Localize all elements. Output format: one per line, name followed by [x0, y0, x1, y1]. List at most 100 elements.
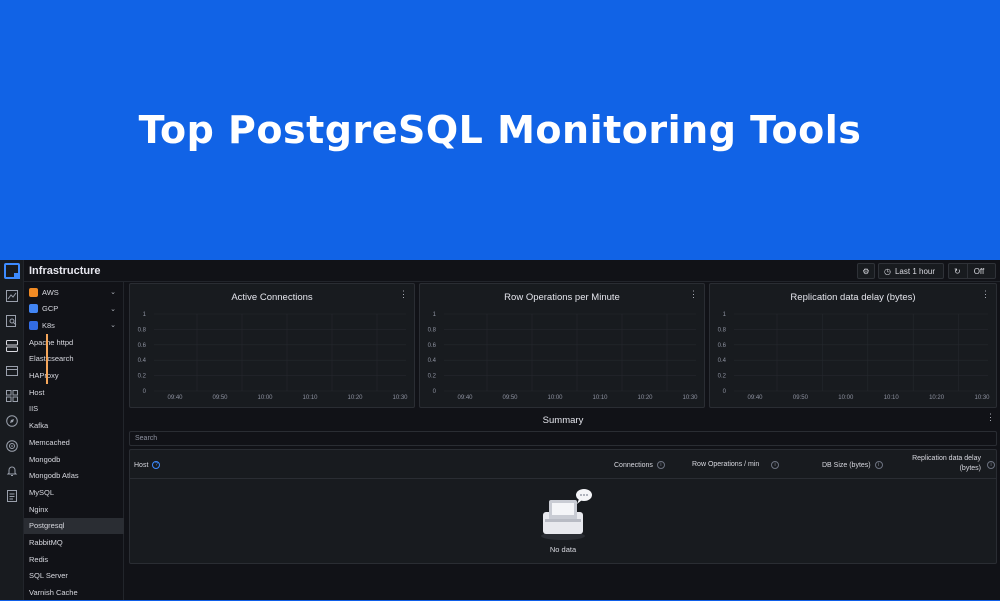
chevron-down-icon[interactable]: ⌄: [110, 321, 116, 329]
sidebar-item[interactable]: Postgresql: [24, 517, 124, 534]
sidebar-item[interactable]: Apache httpd: [24, 334, 124, 350]
x-tick-label: 10:10: [302, 395, 318, 401]
explore-compass-icon[interactable]: [6, 415, 18, 427]
summary-search-input[interactable]: Search: [129, 431, 997, 446]
sidebar-item[interactable]: Kafka: [24, 418, 124, 434]
sidebar-item[interactable]: Mongodb: [24, 451, 124, 467]
settings-button[interactable]: ⚙: [857, 263, 875, 279]
x-tick-label: 10:30: [682, 395, 698, 401]
sidebar-item[interactable]: SQL Server: [24, 568, 124, 584]
x-tick-label: 10:30: [392, 395, 408, 401]
column-connections[interactable]: Connections i: [614, 461, 665, 469]
column-row-operations[interactable]: Row Operations / min: [692, 461, 759, 468]
sidebar-item-label: Redis: [29, 554, 49, 564]
chevron-down-icon[interactable]: ⌄: [110, 288, 116, 296]
y-tick-label: 1: [143, 312, 147, 318]
sidebar-item-label: IIS: [29, 404, 39, 414]
column-replication-delay[interactable]: Replication data delay (bytes): [905, 454, 981, 474]
panel-replication-delay: Replication data delay (bytes) ⋮ 0 0.2 0.4…: [709, 283, 997, 408]
sidebar-item[interactable]: Redis: [24, 551, 124, 567]
alerts-bell-icon[interactable]: [6, 465, 18, 477]
x-tick-label: 10:00: [838, 395, 854, 401]
x-tick-label: 09:40: [457, 395, 473, 401]
column-row-operations-label: Row Operations / min: [692, 461, 760, 468]
y-tick-label: 0.4: [718, 358, 727, 364]
sidebar-item-label: Apache httpd: [29, 337, 74, 347]
sidebar-item[interactable]: HAProxy: [24, 368, 124, 384]
sidebar-item[interactable]: Elasticsearch: [24, 351, 124, 367]
info-icon[interactable]: i: [874, 461, 883, 469]
dashboard-app: Infrastructure ⚙ ◷ Last 1 hour ↻ Off AWS…: [0, 260, 1000, 600]
info-icon[interactable]: i: [656, 461, 665, 469]
y-tick-label: 0.2: [428, 374, 437, 380]
refresh-picker[interactable]: ↻ Off: [948, 263, 996, 279]
logs-search-icon[interactable]: [6, 315, 18, 327]
integration-logo-icon: [29, 304, 38, 314]
sidebar-item-label: SQL Server: [29, 571, 68, 581]
info-icon[interactable]: i: [983, 461, 995, 469]
table-header: Host? Connections i Row Operations / min …: [130, 450, 996, 479]
y-tick-label: 1: [433, 312, 437, 318]
x-tick-label: 09:50: [793, 395, 809, 401]
sidebar-item[interactable]: Nginx: [24, 501, 124, 517]
target-icon[interactable]: [6, 440, 18, 452]
sidebar-item-label: HAProxy: [29, 371, 59, 380]
y-tick-label: 0.8: [718, 327, 727, 333]
x-tick-label: 10:10: [592, 395, 608, 401]
sidebar-item[interactable]: Memcached: [24, 434, 124, 450]
sidebar-item[interactable]: K8s ⌄: [24, 317, 124, 333]
metrics-chart-icon[interactable]: [6, 290, 18, 302]
panel-row-operations: Row Operations per Minute ⋮ 0 0.2 0.4 0.6 0.…: [419, 283, 705, 408]
page-title: Infrastructure: [29, 265, 101, 277]
sidebar-item-label: Memcached: [29, 437, 70, 447]
y-tick-label: 0.2: [138, 374, 147, 380]
summary-table: Host? Connections i Row Operations / min …: [129, 449, 997, 564]
sidebar-item[interactable]: IIS: [24, 401, 124, 417]
sidebar-item[interactable]: GCP ⌄: [24, 301, 124, 317]
sidebar-item-label: MySQL: [29, 487, 55, 497]
x-tick-label: 09:40: [167, 395, 183, 401]
infrastructure-server-icon[interactable]: [6, 340, 18, 352]
clock-icon: ◷: [884, 266, 891, 276]
browser-window-icon[interactable]: [6, 365, 18, 377]
info-icon[interactable]: i: [767, 461, 779, 469]
x-tick-label: 10:00: [257, 395, 273, 401]
sidebar-item-label: Mongodb Atlas: [29, 471, 79, 481]
sidebar-item-label: Nginx: [29, 504, 49, 514]
y-tick-label: 0.6: [138, 343, 147, 349]
time-range-picker[interactable]: ◷ Last 1 hour: [878, 263, 944, 279]
no-data-message: No data: [549, 545, 577, 554]
integration-logo-icon: [29, 320, 38, 330]
sidebar-item[interactable]: AWS ⌄: [24, 284, 124, 300]
summary-panel: Summary ⋮ Search Host? Connections i Row …: [129, 410, 997, 600]
gear-icon: ⚙: [862, 266, 870, 276]
refresh-interval-label: Off: [973, 266, 985, 276]
summary-menu-icon[interactable]: ⋮: [986, 412, 995, 423]
sidebar-item[interactable]: MySQL: [24, 484, 124, 500]
icon-rail: [0, 260, 24, 600]
sidebar-item-label: AWS: [42, 287, 59, 297]
chevron-down-icon[interactable]: ⌄: [110, 305, 116, 313]
sidebar-item[interactable]: Varnish Cache: [24, 585, 124, 601]
column-db-size[interactable]: DB Size (bytes) i: [822, 461, 883, 469]
info-icon[interactable]: ?: [152, 461, 161, 469]
x-tick-label: 09:40: [747, 395, 763, 401]
x-tick-label: 10:20: [637, 395, 653, 401]
y-tick-label: 0: [143, 389, 147, 395]
sidebar-item[interactable]: Host: [24, 384, 124, 400]
x-tick-label: 10:20: [929, 395, 945, 401]
summary-title: Summary: [542, 415, 584, 426]
app-logo-icon[interactable]: [4, 263, 20, 279]
column-host[interactable]: Host?: [134, 461, 161, 469]
reports-document-icon[interactable]: [6, 490, 18, 502]
sidebar-item-label: K8s: [42, 320, 55, 330]
sidebar-item-label: Varnish Cache: [29, 588, 78, 598]
x-tick-label: 10:20: [347, 395, 363, 401]
sidebar-item[interactable]: Mongodb Atlas: [24, 468, 124, 484]
sidebar-item-label: Kafka: [29, 421, 49, 431]
x-tick-label: 09:50: [212, 395, 228, 401]
column-host-label: Host: [134, 461, 149, 469]
sidebar-item-label: Elasticsearch: [29, 354, 74, 364]
dashboards-grid-icon[interactable]: [6, 390, 18, 402]
sidebar-item[interactable]: RabbitMQ: [24, 535, 124, 551]
